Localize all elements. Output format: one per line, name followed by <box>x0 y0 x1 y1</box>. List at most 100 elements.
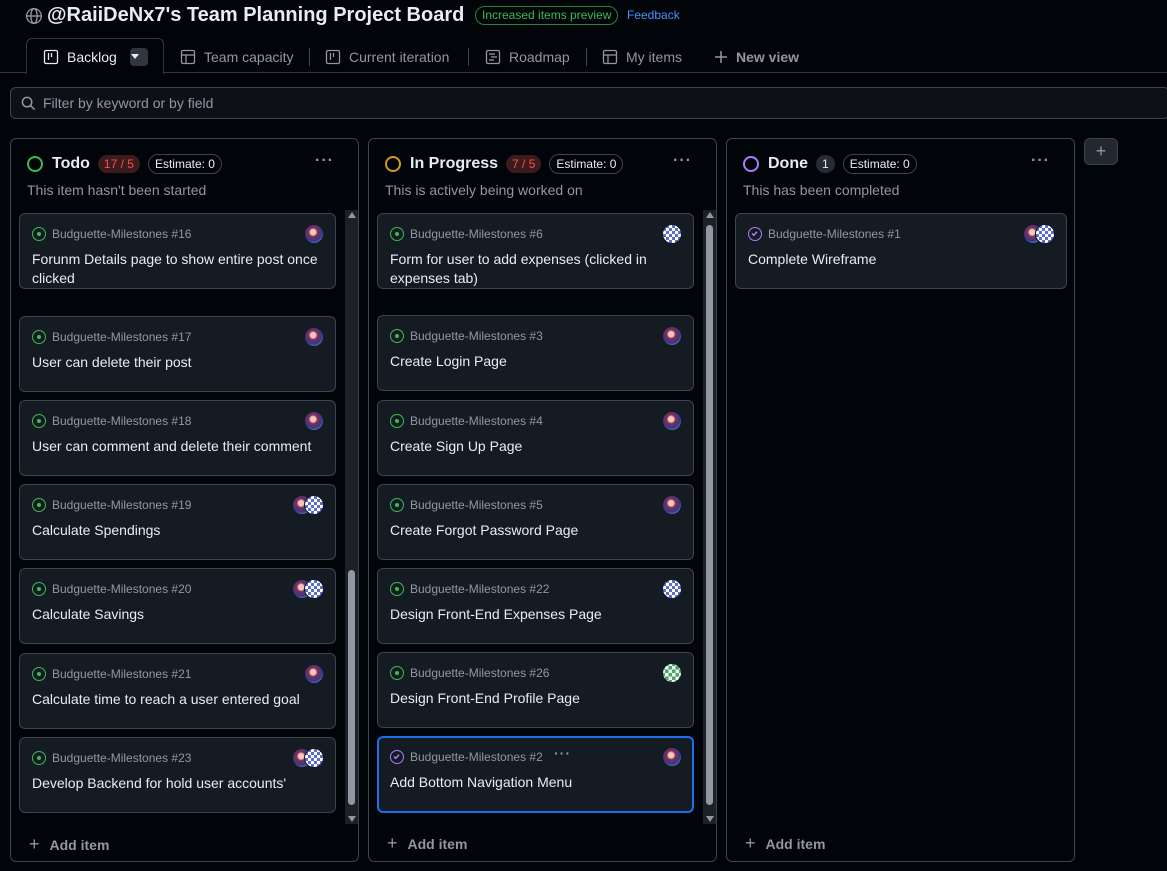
card-title[interactable]: Complete Wireframe <box>748 250 1044 269</box>
card-title[interactable]: Create Forgot Password Page <box>390 521 686 540</box>
scrollbar[interactable] <box>703 210 716 824</box>
avatar[interactable] <box>304 664 324 684</box>
column-menu-button[interactable]: ··· <box>1031 152 1050 170</box>
card-title[interactable]: Develop Backend for hold user accounts' <box>32 774 328 793</box>
tab-current-iteration[interactable]: Current iteration <box>325 40 449 73</box>
avatar[interactable] <box>304 495 324 515</box>
card-reference[interactable]: Budguette-Milestones #19 <box>52 498 191 512</box>
card-reference[interactable]: Budguette-Milestones #20 <box>52 582 191 596</box>
item-card[interactable]: Budguette-Milestones #19 Calculate Spend… <box>19 484 336 560</box>
card-title[interactable]: Design Front-End Expenses Page <box>390 605 686 624</box>
avatar[interactable] <box>304 224 324 244</box>
card-reference[interactable]: Budguette-Milestones #17 <box>52 330 191 344</box>
avatar[interactable] <box>662 663 682 683</box>
card-reference[interactable]: Budguette-Milestones #22 <box>410 582 549 596</box>
avatar[interactable] <box>662 747 682 767</box>
card-reference[interactable]: Budguette-Milestones #18 <box>52 414 191 428</box>
tab-roadmap[interactable]: Roadmap <box>485 40 570 73</box>
card-title[interactable]: User can delete their post <box>32 353 328 372</box>
item-card[interactable]: Budguette-Milestones #16 Forunm Details … <box>19 213 336 289</box>
avatar[interactable] <box>662 224 682 244</box>
card-reference[interactable]: Budguette-Milestones #26 <box>410 666 549 680</box>
preview-badge[interactable]: Increased items preview <box>475 6 619 25</box>
tab-team-capacity[interactable]: Team capacity <box>180 40 293 73</box>
filter-input[interactable] <box>43 94 643 112</box>
item-card[interactable]: Budguette-Milestones #22 Design Front-En… <box>377 568 694 644</box>
card-reference[interactable]: Budguette-Milestones #2 <box>410 750 543 764</box>
issue-opened-icon <box>390 227 404 241</box>
feedback-link[interactable]: Feedback <box>627 8 680 22</box>
item-card[interactable]: Budguette-Milestones #1 Complete Wirefra… <box>735 213 1067 289</box>
item-card[interactable]: Budguette-Milestones #17 User can delete… <box>19 316 336 392</box>
card-title[interactable]: Create Sign Up Page <box>390 437 686 456</box>
view-options-button[interactable] <box>130 48 148 66</box>
tab-my-items[interactable]: My items <box>602 40 682 73</box>
filter-bar[interactable] <box>10 87 1167 119</box>
scrollbar-thumb[interactable] <box>348 570 355 805</box>
add-item-button[interactable]: + Add item <box>745 833 825 854</box>
item-card[interactable]: Budguette-Milestones #23 Develop Backend… <box>19 737 336 813</box>
column-title: Todo <box>52 155 90 172</box>
scrollbar-thumb[interactable] <box>706 225 713 805</box>
column-in-progress: In Progress 7 / 5 Estimate: 0 ··· This i… <box>368 138 717 862</box>
avatar[interactable] <box>662 326 682 346</box>
avatar[interactable] <box>304 411 324 431</box>
column-menu-button[interactable]: ··· <box>673 152 692 170</box>
issue-opened-icon <box>390 329 404 343</box>
card-title[interactable]: Form for user to add expenses (clicked i… <box>390 250 686 288</box>
avatar[interactable] <box>304 748 324 768</box>
tab-backlog[interactable]: Backlog <box>26 38 164 74</box>
card-reference[interactable]: Budguette-Milestones #4 <box>410 414 543 428</box>
card-title[interactable]: Calculate Savings <box>32 605 328 624</box>
card-reference[interactable]: Budguette-Milestones #16 <box>52 227 191 241</box>
item-card[interactable]: Budguette-Milestones #26 Design Front-En… <box>377 652 694 728</box>
avatar[interactable] <box>304 579 324 599</box>
card-menu-button[interactable]: ··· <box>554 745 571 761</box>
card-reference[interactable]: Budguette-Milestones #5 <box>410 498 543 512</box>
card-reference[interactable]: Budguette-Milestones #3 <box>410 329 543 343</box>
assignees <box>304 664 324 684</box>
card-title[interactable]: Calculate time to reach a user entered g… <box>32 690 328 709</box>
avatar[interactable] <box>662 495 682 515</box>
item-card[interactable]: Budguette-Milestones #6 Form for user to… <box>377 213 694 289</box>
scroll-down-arrow-icon[interactable] <box>348 816 356 822</box>
column-menu-button[interactable]: ··· <box>315 152 334 170</box>
tab-label: Backlog <box>67 48 117 65</box>
card-title[interactable]: Add Bottom Navigation Menu <box>390 773 686 792</box>
scroll-up-arrow-icon[interactable] <box>348 212 356 218</box>
item-card[interactable]: Budguette-Milestones #4 Create Sign Up P… <box>377 400 694 476</box>
card-reference[interactable]: Budguette-Milestones #1 <box>768 227 901 241</box>
project-header: @RaiiDeNx7's Team Planning Project Board… <box>0 0 1167 38</box>
view-tabs: Backlog Team capacity Current iteration … <box>0 38 1167 74</box>
item-card-selected[interactable]: Budguette-Milestones #2 ··· Add Bottom N… <box>377 736 694 813</box>
item-card[interactable]: Budguette-Milestones #18 User can commen… <box>19 400 336 476</box>
scroll-down-arrow-icon[interactable] <box>706 816 714 822</box>
item-card[interactable]: Budguette-Milestones #20 Calculate Savin… <box>19 568 336 644</box>
add-item-button[interactable]: + Add item <box>29 834 109 855</box>
card-reference[interactable]: Budguette-Milestones #21 <box>52 667 191 681</box>
card-reference[interactable]: Budguette-Milestones #6 <box>410 227 543 241</box>
item-card[interactable]: Budguette-Milestones #3 Create Login Pag… <box>377 315 694 391</box>
avatar[interactable] <box>304 327 324 347</box>
item-card[interactable]: Budguette-Milestones #5 Create Forgot Pa… <box>377 484 694 560</box>
add-item-label: Add item <box>49 836 110 853</box>
plus-icon: + <box>387 833 398 853</box>
add-column-button[interactable]: + <box>1084 138 1118 165</box>
card-reference[interactable]: Budguette-Milestones #23 <box>52 751 191 765</box>
card-title[interactable]: User can comment and delete their commen… <box>32 437 328 456</box>
item-count-badge: 17 / 5 <box>97 155 140 173</box>
card-title[interactable]: Calculate Spendings <box>32 521 328 540</box>
card-title[interactable]: Create Login Page <box>390 352 686 371</box>
scroll-up-arrow-icon[interactable] <box>706 212 714 218</box>
card-title[interactable]: Design Front-End Profile Page <box>390 689 686 708</box>
estimate-badge: Estimate: 0 <box>842 154 917 174</box>
item-card[interactable]: Budguette-Milestones #21 Calculate time … <box>19 653 336 729</box>
avatar[interactable] <box>662 579 682 599</box>
card-title[interactable]: Forunm Details page to show entire post … <box>32 250 328 288</box>
add-item-button[interactable]: + Add item <box>387 833 467 854</box>
avatar[interactable] <box>1035 224 1055 244</box>
avatar[interactable] <box>662 411 682 431</box>
new-view-button[interactable]: New view <box>714 40 799 73</box>
scrollbar[interactable] <box>345 210 358 824</box>
table-icon <box>180 49 196 64</box>
